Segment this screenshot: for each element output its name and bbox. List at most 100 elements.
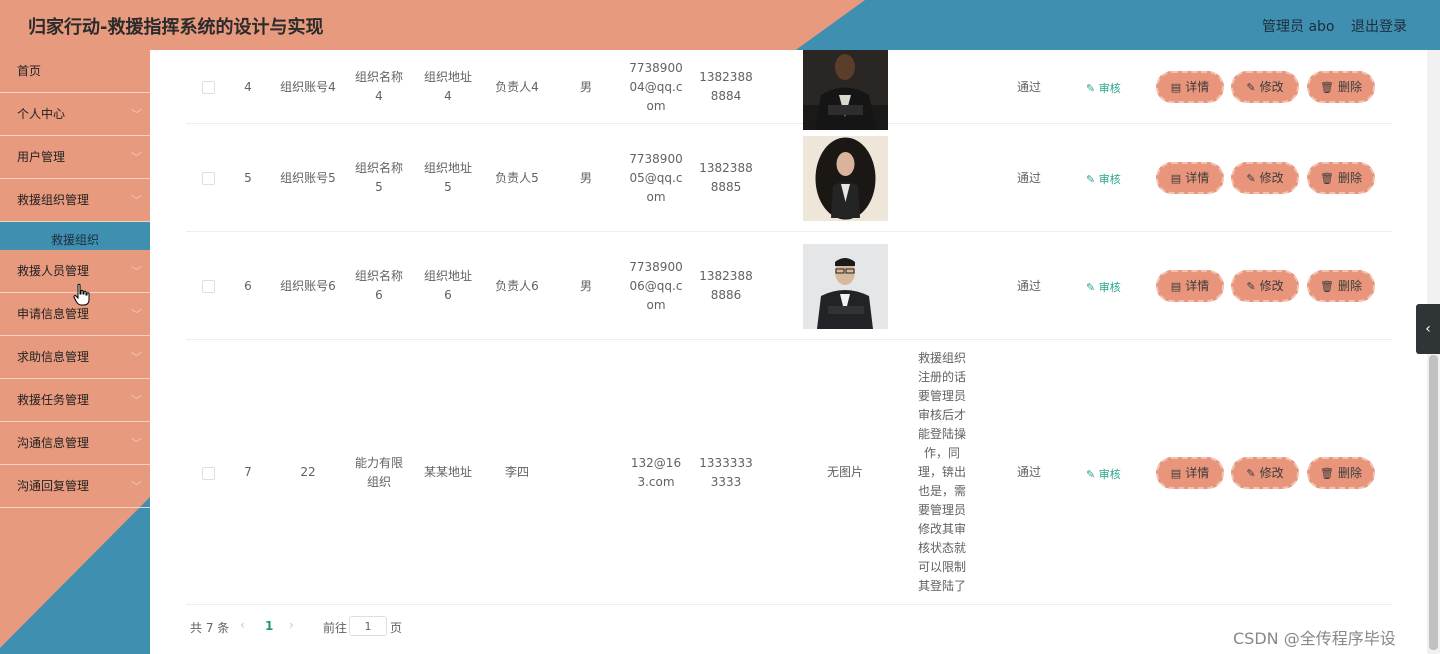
sidebar-item-label: 个人中心: [17, 107, 66, 121]
edit-button[interactable]: ✎ 修改: [1231, 270, 1299, 302]
row-checkbox[interactable]: [202, 280, 215, 293]
edit-button[interactable]: ✎ 修改: [1231, 71, 1299, 103]
delete-button[interactable]: 🗑 删除: [1307, 456, 1375, 489]
audit-link[interactable]: ✎ 审核: [1086, 80, 1121, 96]
org-phone-line: 1382388: [699, 70, 753, 84]
page-number-current[interactable]: 1: [265, 619, 273, 633]
sidebar-item-9[interactable]: 沟通回复管理 ﹀: [0, 465, 150, 508]
org-photo-image: [803, 45, 888, 130]
org-gender: 男: [579, 170, 592, 185]
watermark-text: CSDN @全传程序毕设: [1233, 629, 1396, 648]
row-checkbox[interactable]: [202, 172, 215, 185]
hand-cursor-icon: [73, 283, 90, 306]
detail-button[interactable]: ▤ 详情: [1156, 270, 1224, 302]
org-name-line: 组织名称: [354, 70, 403, 84]
sidebar-item-label: 沟通信息管理: [17, 436, 90, 450]
org-email: 7738900 06@qq.c om: [621, 258, 691, 315]
org-phone: 1382388 8884: [691, 68, 761, 106]
org-manager: 负责人4: [495, 79, 539, 94]
row-checkbox[interactable]: [202, 466, 215, 480]
org-email-line: 7738900: [629, 151, 683, 166]
trash-icon: 🗑: [1320, 172, 1334, 185]
org-note-line: 作，同: [923, 446, 960, 460]
delete-button[interactable]: 🗑 删除: [1307, 162, 1375, 194]
sidebar-item-0[interactable]: 首页: [0, 50, 150, 93]
org-name: 组织名称 5: [347, 159, 411, 197]
audit-link[interactable]: ✎ 审核: [1086, 171, 1121, 187]
prev-page-icon[interactable]: ‹: [240, 618, 245, 632]
detail-button[interactable]: ▤ 详情: [1156, 456, 1224, 489]
chevron-down-icon: ﹀: [131, 265, 142, 278]
org-phone: 1333333 3333: [691, 454, 761, 492]
sidebar-item-7[interactable]: 救援任务管理 ﹀: [0, 379, 150, 422]
org-address-line: 组织地址: [423, 269, 472, 283]
org-note-line: 救援组织: [917, 351, 966, 365]
detail-button-label: 详情: [1185, 465, 1210, 480]
sidebar-item-3[interactable]: 救援组织管理 ﹀: [0, 179, 150, 222]
org-note-line: 其登陆了: [917, 579, 966, 593]
org-note-line: 审核后才: [917, 408, 966, 422]
sidebar: 首页 个人中心 ﹀ 用户管理 ﹀ 救援组织管理 ﹀ 救援组织 救援人员管理 ﹀ 申请信息管理 ﹀ 求助信…: [0, 50, 150, 654]
sidebar-item-6[interactable]: 求助信息管理 ﹀: [0, 336, 150, 379]
org-address-line: 某某地址: [423, 465, 472, 479]
org-name-line: 6: [375, 288, 383, 302]
delete-button[interactable]: 🗑 删除: [1307, 270, 1375, 302]
sidebar-item-1[interactable]: 个人中心 ﹀: [0, 93, 150, 136]
org-note-line: 理，锛出: [917, 465, 966, 479]
org-manager: 李四: [504, 465, 529, 479]
logout-link[interactable]: 退出登录: [1351, 16, 1407, 36]
org-note: 救援组织 注册的话 要管理员 审核后才 能登陆操 作，同 理，锛出 也是，需 要管理员 修改其审核…: [912, 349, 972, 596]
org-account: 组织账号5: [280, 170, 336, 185]
org-gender: 男: [579, 278, 592, 293]
document-icon: ▤: [1170, 280, 1182, 293]
org-address: 组织地址 6: [416, 267, 480, 305]
edit-button[interactable]: ✎ 修改: [1231, 162, 1299, 194]
edit-button[interactable]: ✎ 修改: [1231, 456, 1299, 489]
pagination-total: 共 7 条: [190, 621, 230, 635]
audit-status: 通过: [1016, 465, 1041, 479]
org-note-line: 要管理员: [917, 389, 966, 403]
audit-link[interactable]: ✎ 审核: [1086, 466, 1121, 482]
scrollbar-thumb[interactable]: [1429, 355, 1438, 650]
sidebar-subitem-rescue-org[interactable]: 救援组织: [0, 222, 150, 250]
org-manager: 负责人5: [495, 170, 539, 185]
org-phone-line: 3333: [710, 474, 742, 489]
audit-link[interactable]: ✎ 审核: [1086, 279, 1121, 295]
org-address-line: 5: [444, 180, 452, 194]
row-index: 5: [244, 170, 252, 185]
org-email-line: 132@16: [630, 455, 682, 470]
organization-table: 4 组织账号4 组织名称 4 组织地址 4 负责人4 男 7738900 04@qq.c om 138…: [150, 45, 1415, 654]
audit-link-label: 审核: [1098, 467, 1121, 481]
goto-label: 前往: [323, 621, 348, 635]
trash-icon: 🗑: [1320, 466, 1334, 480]
chevron-down-icon: ﹀: [131, 108, 142, 121]
row-checkbox[interactable]: [202, 81, 215, 94]
sidebar-item-label: 救援任务管理: [17, 393, 90, 407]
detail-button[interactable]: ▤ 详情: [1156, 162, 1224, 194]
audit-status: 通过: [1016, 170, 1041, 185]
org-phone: 1382388 8886: [691, 267, 761, 305]
edit-icon: ✎: [1246, 172, 1256, 185]
next-page-icon[interactable]: ›: [289, 618, 294, 632]
sidebar-item-8[interactable]: 沟通信息管理 ﹀: [0, 422, 150, 465]
sidebar-item-label: 救援人员管理: [17, 264, 90, 278]
delete-button[interactable]: 🗑 删除: [1307, 71, 1375, 103]
org-name-line: 组织名称: [354, 269, 403, 283]
delete-button-label: 删除: [1337, 80, 1362, 94]
chevron-down-icon: ﹀: [131, 351, 142, 364]
delete-button-label: 删除: [1337, 465, 1362, 480]
goto-page-input[interactable]: [349, 616, 387, 636]
org-note-line: 修改其审: [917, 522, 966, 536]
org-email-line: 04@qq.c: [629, 79, 683, 94]
edit-button-label: 修改: [1259, 171, 1284, 185]
trash-icon: 🗑: [1320, 81, 1334, 94]
org-name-line: 5: [375, 180, 383, 194]
table-row: 4 组织账号4 组织名称 4 组织地址 4 负责人4 男 7738900 04@qq.c om 138…: [186, 40, 1392, 130]
org-address: 某某地址: [416, 463, 480, 482]
edit-button-label: 修改: [1259, 465, 1284, 480]
collapse-panel-tab[interactable]: ‹: [1416, 304, 1440, 354]
detail-button[interactable]: ▤ 详情: [1156, 71, 1224, 103]
org-address: 组织地址 4: [416, 68, 480, 106]
sidebar-item-2[interactable]: 用户管理 ﹀: [0, 136, 150, 179]
org-name: 组织名称 6: [347, 267, 411, 305]
